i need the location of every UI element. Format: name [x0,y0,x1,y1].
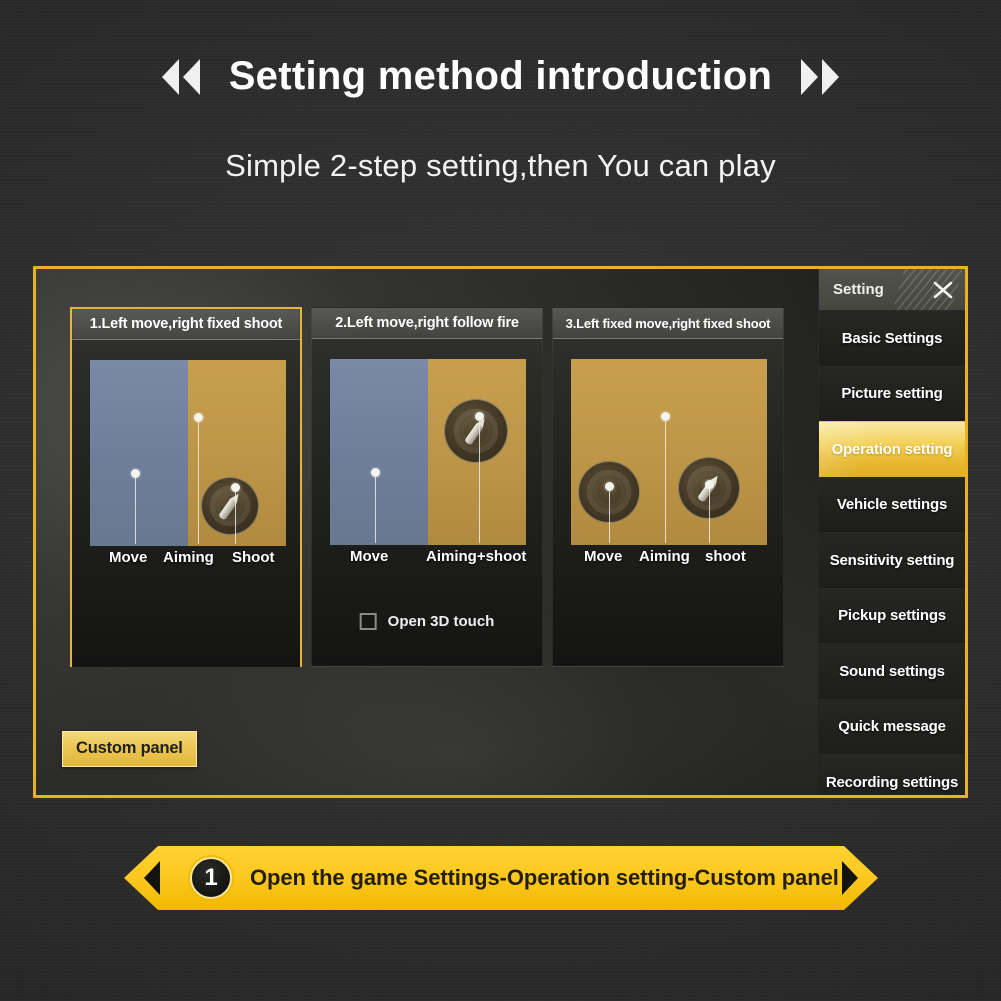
fire-button-icon [201,477,259,535]
control-scheme-option-3[interactable]: 3.Left fixed move,right fixed shoot Move… [552,307,784,667]
arrow-left-icon [144,861,160,895]
game-settings-screenshot: 1.Left move,right fixed shoot Move Aimin… [33,266,968,798]
panel-1-label-move: Move [109,549,148,566]
sidebar-header: Setting [819,269,965,310]
sidebar-item-sound-settings[interactable]: Sound settings [819,643,965,699]
sidebar-item-recording-settings[interactable]: Recording settings [819,754,965,795]
preview-left-move-zone [90,360,188,546]
step-banner: 1 Open the game Settings-Operation setti… [124,846,878,910]
open-3d-touch-checkbox[interactable] [359,613,377,630]
panel-3-leader-move [605,482,614,543]
panel-3-label-move: Move [584,548,623,565]
arrow-right-icon [842,861,858,895]
sidebar-item-quick-message[interactable]: Quick message [819,698,965,754]
open-3d-touch-row[interactable]: Open 3D touch [359,613,495,630]
sidebar-item-operation-setting[interactable]: Operation setting [819,421,965,477]
panel-1-label-aiming: Aiming [163,549,214,566]
panel-3-title: 3.Left fixed move,right fixed shoot [553,308,783,339]
panel-3-label-shoot: shoot [705,548,746,565]
step-instruction-text: Open the game Settings-Operation setting… [250,865,839,890]
panel-1-body: Move Aiming Shoot [72,340,300,667]
control-scheme-panels: 1.Left move,right fixed shoot Move Aimin… [70,307,784,667]
panel-2-label-move: Move [350,548,389,565]
panel-3-body: Move Aiming shoot [553,339,783,666]
page-subtitle: Simple 2-step setting,then You can play [225,148,776,183]
panel-3-label-aiming: Aiming [639,548,690,565]
panel-1-label-shoot: Shoot [232,549,275,566]
panel-2-body: Move Aiming+shoot Open 3D touch [312,339,542,666]
panel-1-leader-shoot [231,483,240,544]
panel-2-leader-aimshoot [475,412,484,543]
page-header: Setting method introduction [0,54,1001,99]
panel-1-title: 1.Left move,right fixed shoot [72,309,300,340]
step-banner-body: 1 Open the game Settings-Operation setti… [124,846,878,910]
page-title: Setting method introduction [228,54,773,98]
sidebar-item-vehicle-settings[interactable]: Vehicle settings [819,476,965,532]
panel-3-leader-aiming [661,412,670,543]
sidebar-item-sensitivity-setting[interactable]: Sensitivity setting [819,532,965,588]
sidebar-item-picture-setting[interactable]: Picture setting [819,365,965,421]
open-3d-touch-label: Open 3D touch [387,613,495,630]
custom-panel-button[interactable]: Custom panel [62,731,197,767]
panel-2-title: 2.Left move,right follow fire [312,308,542,339]
step-number-badge: 1 [190,857,232,899]
chevron-double-right-icon [798,56,842,98]
panel-2-label-aiming-shoot: Aiming+shoot [426,548,527,565]
follow-fire-button-icon [444,399,508,463]
sidebar-item-pickup-settings[interactable]: Pickup settings [819,587,965,643]
preview-left-move-zone [330,359,428,545]
close-x-icon[interactable] [931,278,955,302]
sidebar-title: Setting [833,281,884,298]
panel-1-preview [90,360,286,546]
panel-2-leader-move [371,468,380,543]
control-scheme-option-2[interactable]: 2.Left move,right follow fire Move Aimin… [311,307,543,667]
control-scheme-option-1[interactable]: 1.Left move,right fixed shoot Move Aimin… [70,307,302,667]
settings-sidebar: Setting Basic Settings Picture setting O… [818,269,965,795]
chevron-double-left-icon [159,56,203,98]
panel-1-leader-move [131,469,140,544]
sidebar-item-basic-settings[interactable]: Basic Settings [819,310,965,366]
panel-1-leader-aiming [194,413,203,544]
panel-3-leader-shoot [705,480,714,543]
